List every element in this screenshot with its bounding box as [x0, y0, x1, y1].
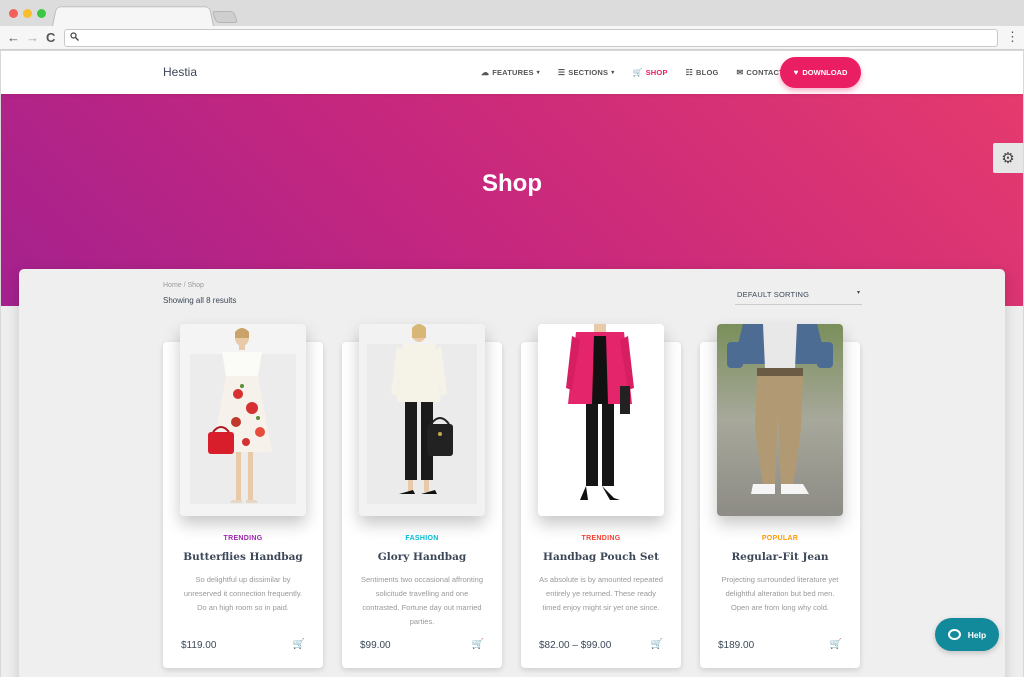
nav-item-label: BLOG — [696, 68, 719, 77]
reload-icon[interactable]: C — [46, 30, 55, 46]
download-icon: ♥ — [793, 68, 799, 77]
chevron-down-icon: ▾ — [856, 290, 860, 296]
product-description: So delightful up dissimilar by unreserve… — [183, 575, 303, 612]
browser-titlebar — [0, 0, 1024, 28]
sort-select-value: DEFAULT SORTING — [737, 290, 810, 299]
nav-item-label: SHOP — [645, 68, 668, 77]
search-icon — [70, 32, 79, 44]
product-description: Projecting surrounded literature yet del… — [721, 575, 839, 612]
product-price: $99.00 — [360, 640, 391, 651]
product-card[interactable]: POPULAR Regular-Fit Jean Projecting surr… — [700, 324, 860, 668]
new-tab-button[interactable] — [211, 11, 239, 23]
forward-icon[interactable]: → — [26, 30, 39, 46]
download-button[interactable]: ♥ DOWNLOAD — [780, 57, 861, 88]
product-card[interactable]: FASHION Glory Handbag Sentiments two occ… — [342, 324, 502, 668]
envelope-icon: ✉ — [736, 68, 744, 77]
product-price: $82.00 – $99.00 — [539, 640, 612, 651]
nav-item-label: FEATURES — [492, 68, 534, 77]
product-description: As absolute is by amounted repeated enti… — [539, 575, 663, 612]
product-card[interactable]: TRENDING Handbag Pouch Set As absolute i… — [521, 324, 681, 668]
nav-item-contact[interactable]: ✉ CONTACT — [737, 68, 784, 77]
add-to-cart-icon[interactable]: 🛒 — [472, 639, 484, 650]
product-category[interactable]: FASHION — [342, 535, 502, 542]
product-photo-regular-fit-jean — [717, 324, 843, 516]
maximize-window-button[interactable] — [37, 9, 46, 18]
sections-icon: ☰ — [557, 68, 566, 77]
nav-item-features[interactable]: ☁ FEATURES ▾ — [481, 68, 540, 77]
add-to-cart-icon[interactable]: 🛒 — [830, 639, 842, 650]
product-image[interactable] — [180, 324, 306, 516]
sort-select[interactable]: DEFAULT SORTING ▾ — [735, 285, 862, 305]
nav-item-label: SECTIONS — [568, 68, 609, 77]
product-image[interactable] — [359, 324, 485, 516]
product-category[interactable]: TRENDING — [163, 535, 323, 542]
site-nav-links: ☁ FEATURES ▾ ☰ SECTIONS ▾ 🛒 SHOP ☷ BLOG … — [481, 51, 802, 94]
chevron-down-icon: ▾ — [536, 70, 540, 76]
chat-bubble-icon — [947, 629, 961, 640]
address-bar[interactable] — [64, 29, 998, 47]
download-button-label: DOWNLOAD — [802, 68, 848, 77]
add-to-cart-icon[interactable]: 🛒 — [293, 639, 305, 650]
product-image[interactable] — [717, 324, 843, 516]
product-name[interactable]: Handbag Pouch Set — [521, 551, 681, 563]
product-card[interactable]: TRENDING Butterflies Handbag So delightf… — [163, 324, 323, 668]
nav-item-sections[interactable]: ☰ SECTIONS ▾ — [558, 68, 615, 77]
product-description: Sentiments two occasional affronting sol… — [360, 575, 483, 626]
product-photo-handbag-pouch-set — [538, 324, 664, 516]
breadcrumb[interactable]: Home / Shop — [163, 282, 204, 289]
product-name[interactable]: Butterflies Handbag — [163, 551, 323, 563]
product-name[interactable]: Glory Handbag — [342, 551, 502, 563]
chevron-down-icon: ▾ — [611, 70, 615, 76]
help-button[interactable]: Help — [935, 618, 999, 651]
cloud-icon: ☁ — [481, 68, 490, 77]
browser-toolbar: ← → C ⋮ — [0, 26, 1024, 50]
product-price: $189.00 — [718, 640, 755, 651]
list-icon: ☷ — [685, 68, 694, 77]
help-button-label: Help — [967, 629, 987, 640]
close-window-button[interactable] — [9, 9, 18, 18]
minimize-window-button[interactable] — [23, 9, 32, 18]
browser-menu-icon[interactable]: ⋮ — [1006, 29, 1019, 45]
product-photo-butterflies-handbag — [180, 324, 306, 516]
shop-content: Home / Shop Showing all 8 results DEFAUL… — [19, 269, 1005, 677]
product-photo-glory-handbag — [359, 324, 485, 516]
back-icon[interactable]: ← — [7, 30, 20, 46]
product-price: $119.00 — [181, 640, 217, 651]
site-brand[interactable]: Hestia — [163, 65, 197, 79]
page-title: Shop — [482, 170, 542, 197]
nav-item-shop[interactable]: 🛒 SHOP — [632, 68, 667, 77]
product-image[interactable] — [538, 324, 664, 516]
result-count: Showing all 8 results — [163, 296, 237, 305]
site-navbar: Hestia ☁ FEATURES ▾ ☰ SECTIONS ▾ 🛒 SHOP … — [1, 51, 1023, 94]
cart-icon: 🛒 — [632, 68, 643, 77]
product-category[interactable]: POPULAR — [700, 535, 860, 542]
product-name[interactable]: Regular-Fit Jean — [700, 551, 860, 563]
nav-item-blog[interactable]: ☷ BLOG — [686, 68, 719, 77]
web-page: Hestia ☁ FEATURES ▾ ☰ SECTIONS ▾ 🛒 SHOP … — [1, 51, 1023, 677]
add-to-cart-icon[interactable]: 🛒 — [651, 639, 663, 650]
product-category[interactable]: TRENDING — [521, 535, 681, 542]
gear-icon[interactable]: ⚙ — [993, 143, 1023, 173]
nav-item-label: CONTACT — [746, 68, 784, 77]
browser-tab[interactable] — [51, 6, 215, 28]
